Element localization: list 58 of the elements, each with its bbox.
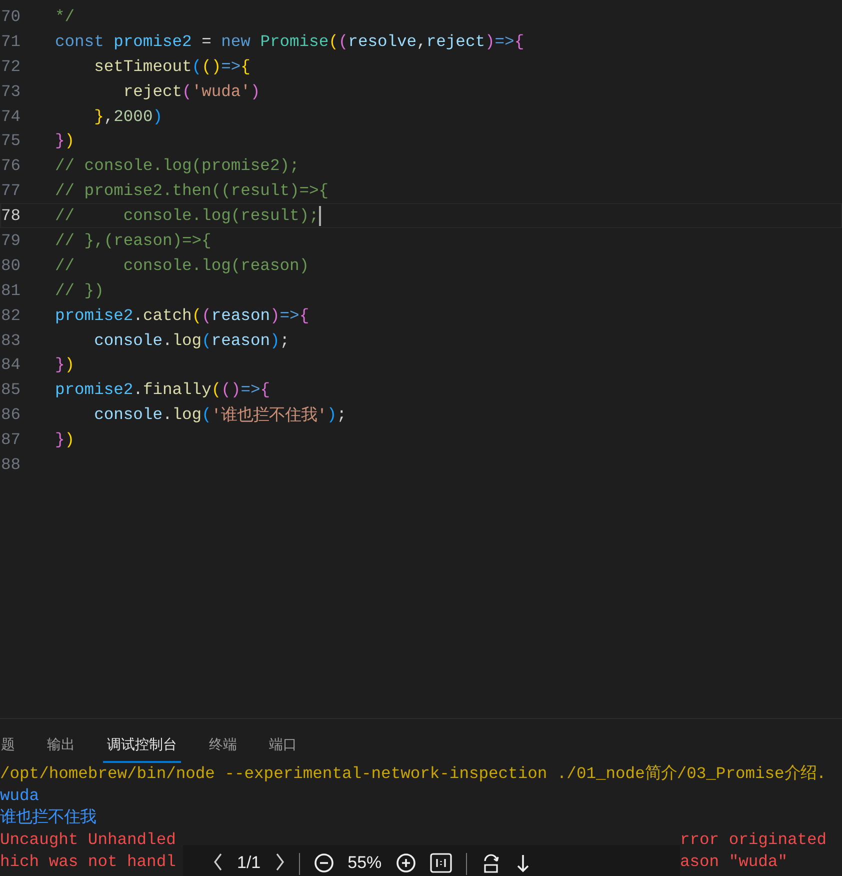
- line-number: 77: [1, 181, 22, 200]
- code-line: // promise2.then((result)=>{: [55, 181, 329, 200]
- page-counter: 1/1: [237, 853, 261, 873]
- line-number: 71: [1, 32, 22, 51]
- code-line: console.log(reason);: [93, 330, 290, 350]
- line-number: 83: [1, 330, 22, 350]
- text-cursor: [318, 206, 321, 226]
- panel-tab[interactable]: 端口: [269, 719, 297, 763]
- code-line: },2000): [93, 106, 163, 126]
- actual-size-icon[interactable]: [430, 853, 452, 873]
- line-number: 80: [1, 256, 22, 275]
- code-line: promise2.finally(()=>{: [55, 380, 270, 400]
- line-number: 76: [1, 156, 22, 176]
- line-number: 74: [1, 106, 22, 126]
- console-output-text: hich was not handl: [0, 851, 177, 873]
- code-line: }): [55, 355, 75, 374]
- line-number: 78: [1, 206, 22, 226]
- code-line: setTimeout(()=>{: [93, 56, 250, 76]
- line-number: 85: [1, 380, 22, 400]
- code-line: }): [55, 430, 75, 450]
- code-line: // }): [55, 280, 104, 300]
- line-number: 86: [1, 405, 22, 424]
- download-icon[interactable]: [514, 853, 531, 875]
- line-number: 75: [1, 131, 22, 150]
- line-number: 88: [1, 454, 22, 474]
- next-icon[interactable]: [274, 853, 285, 871]
- console-output-line: /opt/homebrew/bin/node --experimental-network-inspection ./01_node简介/03_Promise介绍.: [0, 763, 826, 785]
- panel-tab[interactable]: 终端: [209, 719, 237, 763]
- line-number: 87: [1, 430, 22, 450]
- line-number: 84: [1, 355, 22, 374]
- panel-tab[interactable]: 题: [1, 719, 15, 763]
- line-number: 81: [1, 280, 22, 300]
- line-number: 82: [1, 306, 22, 325]
- console-output-line: wuda: [0, 785, 40, 807]
- code-line: // },(reason)=>{: [55, 230, 212, 250]
- code-line: const promise2 = new Promise((resolve,reject)=>{: [55, 32, 524, 51]
- zoom-out-icon[interactable]: [314, 853, 334, 873]
- panel-tab[interactable]: 输出: [47, 719, 75, 763]
- code-line: // console.log(result);: [55, 206, 319, 226]
- code-line: }): [55, 131, 75, 150]
- code-line: // console.log(promise2);: [55, 156, 300, 176]
- console-output-text: rror originated: [680, 829, 828, 851]
- console-output-text: ason "wuda": [680, 851, 788, 873]
- zoom-level: 55%: [348, 853, 382, 873]
- line-number: 73: [1, 82, 22, 101]
- line-number: 72: [1, 56, 22, 76]
- code-line: // console.log(reason): [55, 256, 310, 275]
- code-line: reject('wuda'): [122, 82, 260, 101]
- panel-tab[interactable]: 调试控制台: [103, 719, 181, 763]
- line-number: 70: [1, 6, 22, 26]
- code-line: console.log('谁也拦不住我');: [93, 404, 346, 426]
- code-line: promise2.catch((reason)=>{: [55, 306, 310, 325]
- zoom-in-icon[interactable]: [396, 853, 416, 873]
- code-line: */: [55, 6, 75, 26]
- previous-icon[interactable]: [213, 853, 223, 871]
- line-number: 79: [1, 230, 22, 250]
- console-output-text: Uncaught Unhandled: [0, 829, 177, 851]
- console-output-line: 谁也拦不住我: [0, 807, 96, 829]
